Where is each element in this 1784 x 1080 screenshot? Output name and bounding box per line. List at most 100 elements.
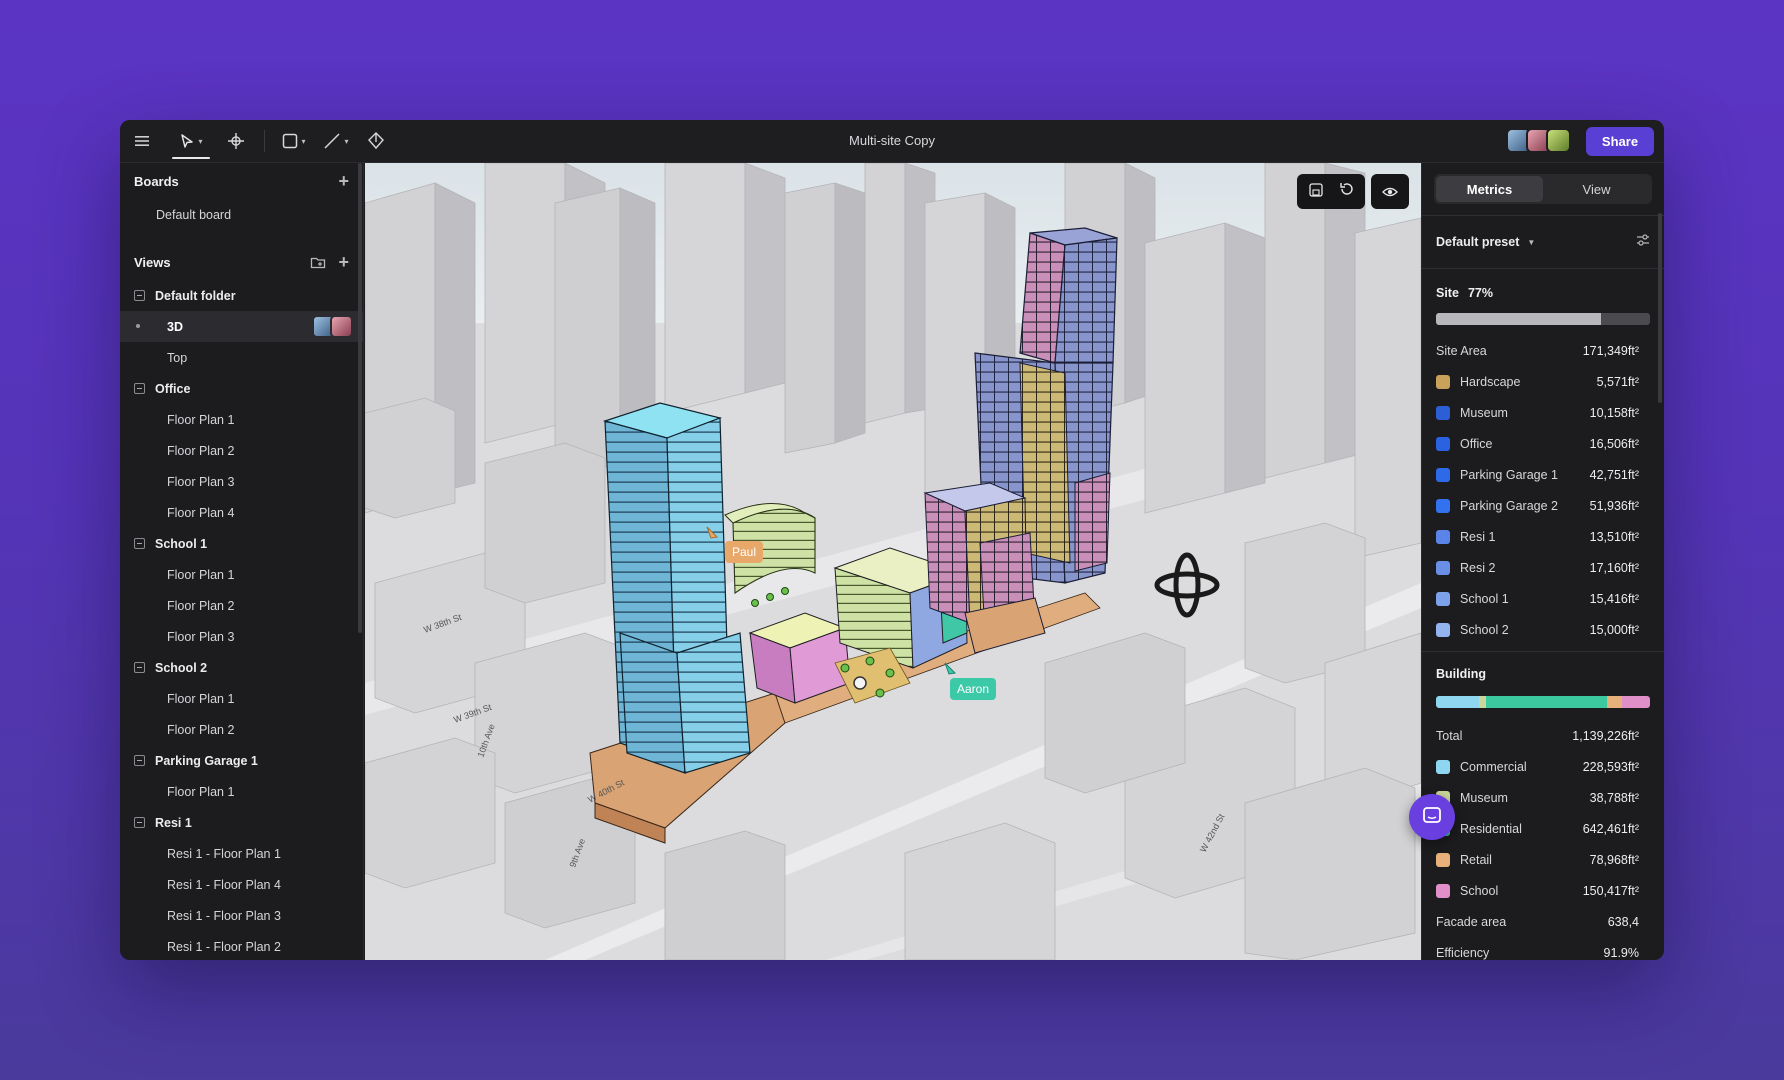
- view-item[interactable]: Resi 1 - Floor Plan 4: [120, 869, 363, 900]
- color-swatch: [1436, 529, 1450, 544]
- facade-area-row: Facade area 638,4: [1422, 906, 1664, 937]
- view-item[interactable]: Floor Plan 2: [120, 435, 363, 466]
- preset-selector[interactable]: Default preset ▼: [1422, 216, 1664, 268]
- color-swatch: [1436, 374, 1450, 389]
- add-folder-icon[interactable]: [310, 253, 326, 272]
- boards-title: Boards: [134, 173, 179, 189]
- view-label: Floor Plan 2: [167, 443, 235, 458]
- eye-icon[interactable]: [1375, 174, 1405, 209]
- sidebar-scrollbar[interactable]: [358, 163, 362, 633]
- chevron-down-icon: ▾: [198, 136, 203, 146]
- reset-view-button[interactable]: [1331, 174, 1361, 209]
- view-item-3d[interactable]: 3D: [120, 311, 363, 342]
- metric-label: School 1: [1460, 591, 1509, 606]
- color-swatch: [1436, 467, 1450, 482]
- avatar[interactable]: [1546, 128, 1571, 153]
- line-icon: [323, 133, 341, 149]
- folder-school-2[interactable]: School 2: [120, 652, 363, 683]
- building-total-row: Total 1,139,226ft²: [1422, 720, 1664, 751]
- board-item[interactable]: Default board: [120, 199, 363, 230]
- chevron-down-icon: ▼: [1527, 237, 1536, 247]
- metric-row: Parking Garage 1 42,751ft²: [1422, 459, 1664, 490]
- tab-view[interactable]: View: [1543, 176, 1650, 202]
- view-label: Floor Plan 3: [167, 629, 235, 644]
- site-area-row: Site Area 171,349ft²: [1422, 335, 1664, 366]
- share-button[interactable]: Share: [1586, 127, 1654, 156]
- collapse-icon[interactable]: [134, 290, 145, 301]
- building-stack-bar: [1436, 696, 1650, 708]
- view-item[interactable]: Floor Plan 4: [120, 497, 363, 528]
- add-board-icon[interactable]: +: [338, 172, 349, 190]
- collapse-icon[interactable]: [134, 662, 145, 673]
- metric-label: Total: [1436, 728, 1463, 743]
- metric-value: 13,510ft²: [1589, 529, 1639, 544]
- color-swatch: [1436, 436, 1450, 451]
- folder-school-1[interactable]: School 1: [120, 528, 363, 559]
- metric-row: Hardscape 5,571ft²: [1422, 366, 1664, 397]
- folder-parking-garage-1[interactable]: Parking Garage 1: [120, 745, 363, 776]
- view-item[interactable]: Floor Plan 3: [120, 621, 363, 652]
- view-item[interactable]: Floor Plan 2: [120, 590, 363, 621]
- color-swatch: [1436, 405, 1450, 420]
- stack-segment: [1486, 696, 1607, 708]
- view-item-top[interactable]: Top: [120, 342, 363, 373]
- view-item[interactable]: Resi 1 - Floor Plan 3: [120, 900, 363, 931]
- metric-value: 42,751ft²: [1589, 467, 1639, 482]
- folder-resi-1[interactable]: Resi 1: [120, 807, 363, 838]
- collapse-icon[interactable]: [134, 538, 145, 549]
- folder-label: Office: [155, 381, 191, 396]
- view-label: Floor Plan 1: [167, 567, 235, 582]
- city-model[interactable]: W 38th St W 39th St 10th Ave 9th Ave W 4…: [365, 163, 1421, 960]
- pen-tool[interactable]: [357, 120, 395, 163]
- left-sidebar: Boards + Default board Views + Default f…: [120, 163, 364, 960]
- rectangle-tool[interactable]: ▾: [273, 120, 315, 163]
- select-icon: [179, 133, 195, 149]
- view-item[interactable]: Floor Plan 1: [120, 683, 363, 714]
- save-view-button[interactable]: [1301, 174, 1331, 209]
- rectangle-icon: [282, 133, 298, 149]
- add-view-icon[interactable]: +: [338, 253, 349, 272]
- tab-metrics[interactable]: Metrics: [1436, 176, 1543, 202]
- folder-label: School 2: [155, 660, 208, 675]
- select-tool[interactable]: ▾: [166, 120, 216, 163]
- metric-value: 10,158ft²: [1589, 405, 1639, 420]
- folder-default[interactable]: Default folder: [120, 280, 363, 311]
- color-swatch: [1436, 852, 1450, 867]
- views-title: Views: [134, 254, 171, 270]
- line-tool[interactable]: ▾: [315, 120, 357, 163]
- sliders-icon[interactable]: [1636, 233, 1650, 250]
- chevron-down-icon: ▾: [301, 136, 306, 146]
- metric-label: Site Area: [1436, 343, 1487, 358]
- view-label: Floor Plan 2: [167, 722, 235, 737]
- collapse-icon[interactable]: [134, 755, 145, 766]
- view-item[interactable]: Resi 1 - Floor Plan 1: [120, 838, 363, 869]
- panel-tabs: Metrics View: [1434, 174, 1652, 204]
- menu-icon[interactable]: [124, 120, 160, 163]
- pan-tool[interactable]: [216, 120, 256, 163]
- view-item[interactable]: Floor Plan 1: [120, 776, 363, 807]
- view-item[interactable]: Floor Plan 1: [120, 559, 363, 590]
- view-item[interactable]: Resi 1 - Floor Plan 2: [120, 931, 363, 960]
- metric-label: School 2: [1460, 622, 1509, 637]
- metric-value: 228,593ft²: [1582, 759, 1639, 774]
- chat-support-button[interactable]: [1409, 794, 1455, 840]
- collaborator-avatars[interactable]: [1506, 128, 1571, 153]
- save-icon: [1309, 182, 1323, 201]
- panel-scrollbar[interactable]: [1658, 213, 1662, 403]
- chat-icon: [1422, 806, 1442, 829]
- viewport-actions: [1297, 174, 1365, 209]
- metric-value: 1,139,226ft²: [1572, 728, 1639, 743]
- view-item[interactable]: Floor Plan 2: [120, 714, 363, 745]
- collapse-icon[interactable]: [134, 383, 145, 394]
- 3d-viewport[interactable]: W 38th St W 39th St 10th Ave 9th Ave W 4…: [365, 163, 1421, 960]
- metric-row: School 1 15,416ft²: [1422, 583, 1664, 614]
- folder-office[interactable]: Office: [120, 373, 363, 404]
- metric-value: 51,936ft²: [1589, 498, 1639, 513]
- metric-label: Commercial: [1460, 759, 1527, 774]
- site-metrics-list: Hardscape 5,571ft² Museum 10,158ft² Office 16…: [1422, 366, 1664, 645]
- view-item[interactable]: Floor Plan 1: [120, 404, 363, 435]
- collapse-icon[interactable]: [134, 817, 145, 828]
- site-progress-bar: [1436, 313, 1650, 325]
- view-item[interactable]: Floor Plan 3: [120, 466, 363, 497]
- visibility-toggle[interactable]: [1371, 174, 1409, 209]
